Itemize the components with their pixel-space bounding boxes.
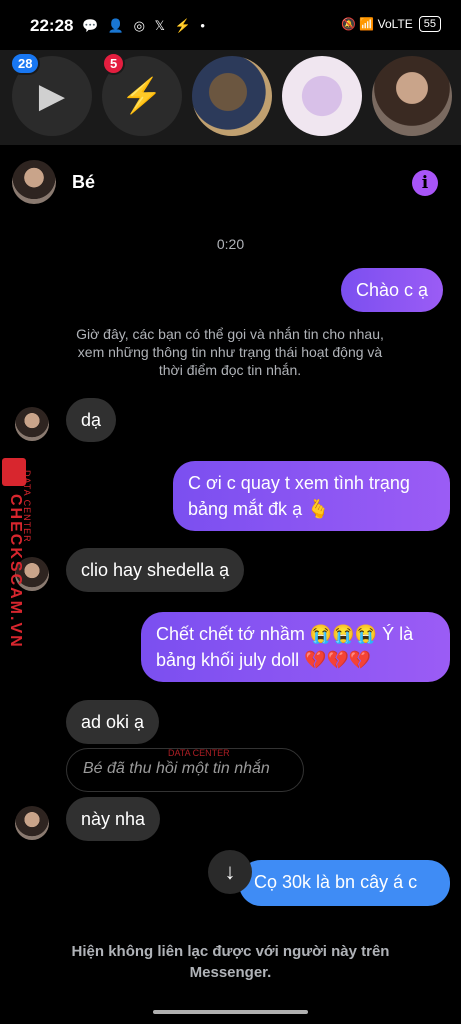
video-chat-head[interactable]: ▶ 28 <box>10 52 92 136</box>
clock: 22:28 <box>30 16 74 35</box>
incoming-message[interactable]: dạ <box>66 398 117 442</box>
chat-heads-row: ▶ 28 ⚡ 5 <box>0 50 461 145</box>
system-notice: Giờ đây, các bạn có thể gọi và nhắn tin … <box>76 326 384 378</box>
unavailable-notice: Hiện không liên lạc được với người này t… <box>71 943 390 981</box>
messenger-chat-head[interactable]: ⚡ 5 <box>102 52 182 136</box>
incoming-message[interactable]: clio hay shedella ạ <box>66 548 245 592</box>
contact-avatar-small[interactable] <box>15 407 49 441</box>
incoming-message[interactable]: này nha <box>66 797 161 841</box>
battery-icon: 55 <box>418 16 441 32</box>
contact-name[interactable]: Bé <box>72 172 95 193</box>
unread-badge: 28 <box>10 52 41 75</box>
chat-head-avatar[interactable] <box>192 56 272 136</box>
home-indicator[interactable] <box>153 1010 308 1014</box>
signal-icons: 🔕 📶 VoLTE <box>341 17 413 31</box>
chat-head-avatar-active[interactable] <box>372 56 452 136</box>
chat-head-avatar[interactable] <box>282 56 362 136</box>
outgoing-message[interactable]: Chết chết tớ nhầm 😭😭😭 Ý là bảng khối jul… <box>141 612 450 682</box>
status-bar: 22:28 💬 👤 ◎ 𝕏 ⚡ • 🔕 📶 VoLTE 55 <box>0 0 461 50</box>
incoming-message[interactable]: ad oki ạ <box>66 700 160 744</box>
outgoing-message[interactable]: C ơi c quay t xem tình trạng bảng mắt đk… <box>173 461 450 531</box>
watermark-center: DATA CENTER <box>168 748 230 758</box>
arrow-down-icon[interactable]: ↓ <box>208 850 252 894</box>
contact-avatar-small[interactable] <box>15 806 49 840</box>
notification-icons: 💬 👤 ◎ 𝕏 ⚡ • <box>82 18 208 33</box>
watermark-subtext: DATA CENTER <box>22 470 32 543</box>
message-timestamp: 0:20 <box>216 236 245 252</box>
contact-avatar[interactable] <box>12 160 56 204</box>
outgoing-message[interactable]: Cọ 30k là bn cây á c <box>239 860 450 906</box>
system-icons: 🔕 📶 VoLTE 55 <box>341 16 441 32</box>
info-icon[interactable]: i <box>412 170 438 196</box>
outgoing-message[interactable]: Chào c ạ <box>341 268 444 312</box>
